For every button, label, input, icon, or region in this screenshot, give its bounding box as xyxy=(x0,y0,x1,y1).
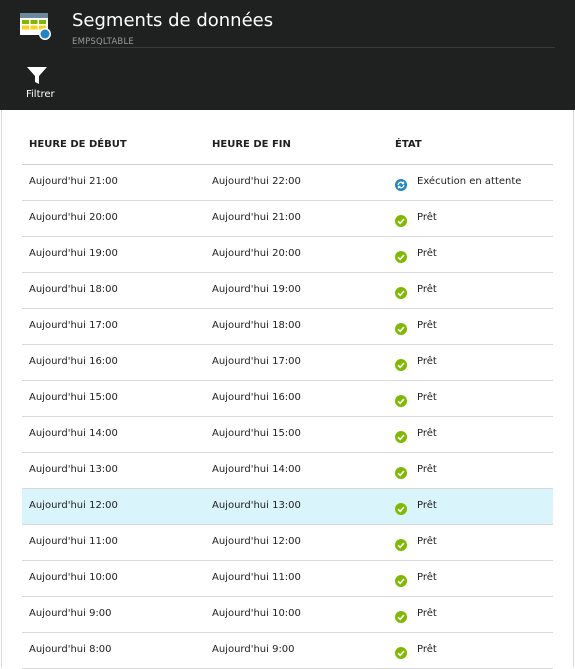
status-cell: Prêt xyxy=(417,428,437,439)
start-time-cell: Aujourd'hui 8:00 xyxy=(29,644,112,655)
table-row[interactable]: Aujourd'hui 19:00 Aujourd'hui 20:00 Prêt xyxy=(22,237,553,273)
start-time-cell: Aujourd'hui 12:00 xyxy=(29,500,118,511)
start-time-cell: Aujourd'hui 20:00 xyxy=(29,212,118,223)
status-cell: Prêt xyxy=(417,608,437,619)
end-time-cell: Aujourd'hui 9:00 xyxy=(212,644,295,655)
check-icon xyxy=(395,608,407,623)
check-icon xyxy=(395,536,407,551)
status-cell: Prêt xyxy=(417,320,437,331)
data-table-icon xyxy=(20,13,51,40)
status-cell: Exécution en attente xyxy=(417,176,522,187)
column-header-status[interactable]: ÉTAT xyxy=(395,139,422,150)
end-time-cell: Aujourd'hui 14:00 xyxy=(212,464,301,475)
start-time-cell: Aujourd'hui 19:00 xyxy=(29,248,118,259)
filter-label: Filtrer xyxy=(26,89,55,100)
status-cell: Prêt xyxy=(417,572,437,583)
table-row[interactable]: Aujourd'hui 16:00 Aujourd'hui 17:00 Prêt xyxy=(22,345,553,381)
status-cell: Prêt xyxy=(417,500,437,511)
end-time-cell: Aujourd'hui 15:00 xyxy=(212,428,301,439)
page-subtitle: EMPSQLTABLE xyxy=(72,37,134,47)
table-row[interactable]: Aujourd'hui 9:00 Aujourd'hui 10:00 Prêt xyxy=(22,597,553,633)
funnel-icon xyxy=(27,67,47,84)
column-header-start[interactable]: HEURE DE DÉBUT xyxy=(29,139,127,150)
start-time-cell: Aujourd'hui 15:00 xyxy=(29,392,118,403)
start-time-cell: Aujourd'hui 18:00 xyxy=(29,284,118,295)
header-divider xyxy=(72,47,555,48)
check-icon xyxy=(395,284,407,299)
end-time-cell: Aujourd'hui 10:00 xyxy=(212,608,301,619)
end-time-cell: Aujourd'hui 11:00 xyxy=(212,572,301,583)
check-icon xyxy=(395,572,407,587)
refresh-pending-icon xyxy=(395,176,407,191)
end-time-cell: Aujourd'hui 16:00 xyxy=(212,392,301,403)
start-time-cell: Aujourd'hui 21:00 xyxy=(29,176,118,187)
check-icon xyxy=(395,644,407,659)
start-time-cell: Aujourd'hui 17:00 xyxy=(29,320,118,331)
status-cell: Prêt xyxy=(417,644,437,655)
check-icon xyxy=(395,464,407,479)
table-row[interactable]: Aujourd'hui 15:00 Aujourd'hui 16:00 Prêt xyxy=(22,381,553,417)
table-row[interactable]: Aujourd'hui 18:00 Aujourd'hui 19:00 Prêt xyxy=(22,273,553,309)
start-time-cell: Aujourd'hui 16:00 xyxy=(29,356,118,367)
grid-header: HEURE DE DÉBUT HEURE DE FIN ÉTAT xyxy=(22,125,553,165)
check-icon xyxy=(395,500,407,515)
column-header-end[interactable]: HEURE DE FIN xyxy=(212,139,291,150)
page-title: Segments de données xyxy=(72,10,274,31)
end-time-cell: Aujourd'hui 19:00 xyxy=(212,284,301,295)
table-row[interactable]: Aujourd'hui 8:00 Aujourd'hui 9:00 Prêt xyxy=(22,633,553,669)
start-time-cell: Aujourd'hui 14:00 xyxy=(29,428,118,439)
end-time-cell: Aujourd'hui 13:00 xyxy=(212,500,301,511)
check-icon xyxy=(395,392,407,407)
start-time-cell: Aujourd'hui 10:00 xyxy=(29,572,118,583)
table-row[interactable]: Aujourd'hui 21:00 Aujourd'hui 22:00 Exécut… xyxy=(22,165,553,201)
check-icon xyxy=(395,212,407,227)
status-cell: Prêt xyxy=(417,248,437,259)
check-icon xyxy=(395,356,407,371)
status-cell: Prêt xyxy=(417,464,437,475)
status-cell: Prêt xyxy=(417,284,437,295)
table-row[interactable]: Aujourd'hui 10:00 Aujourd'hui 11:00 Prêt xyxy=(22,561,553,597)
start-time-cell: Aujourd'hui 13:00 xyxy=(29,464,118,475)
start-time-cell: Aujourd'hui 11:00 xyxy=(29,536,118,547)
table-row[interactable]: Aujourd'hui 20:00 Aujourd'hui 21:00 Prêt xyxy=(22,201,553,237)
slices-grid: HEURE DE DÉBUT HEURE DE FIN ÉTAT Aujourd… xyxy=(22,125,553,669)
check-icon xyxy=(395,320,407,335)
status-cell: Prêt xyxy=(417,536,437,547)
end-time-cell: Aujourd'hui 22:00 xyxy=(212,176,301,187)
grid-rows: Aujourd'hui 21:00 Aujourd'hui 22:00 Exécut… xyxy=(22,165,553,669)
end-time-cell: Aujourd'hui 17:00 xyxy=(212,356,301,367)
table-row[interactable]: Aujourd'hui 17:00 Aujourd'hui 18:00 Prêt xyxy=(22,309,553,345)
check-icon xyxy=(395,248,407,263)
table-row[interactable]: Aujourd'hui 11:00 Aujourd'hui 12:00 Prêt xyxy=(22,525,553,561)
table-row[interactable]: Aujourd'hui 13:00 Aujourd'hui 14:00 Prêt xyxy=(22,453,553,489)
end-time-cell: Aujourd'hui 12:00 xyxy=(212,536,301,547)
end-time-cell: Aujourd'hui 20:00 xyxy=(212,248,301,259)
filter-button[interactable]: Filtrer xyxy=(20,64,64,104)
end-time-cell: Aujourd'hui 21:00 xyxy=(212,212,301,223)
start-time-cell: Aujourd'hui 9:00 xyxy=(29,608,112,619)
status-cell: Prêt xyxy=(417,212,437,223)
blade-header: Segments de données EMPSQLTABLE Filtrer xyxy=(0,0,575,110)
check-icon xyxy=(395,428,407,443)
table-row[interactable]: Aujourd'hui 12:00 Aujourd'hui 13:00 Prêt xyxy=(22,489,553,525)
table-row[interactable]: Aujourd'hui 14:00 Aujourd'hui 15:00 Prêt xyxy=(22,417,553,453)
status-cell: Prêt xyxy=(417,356,437,367)
end-time-cell: Aujourd'hui 18:00 xyxy=(212,320,301,331)
status-cell: Prêt xyxy=(417,392,437,403)
